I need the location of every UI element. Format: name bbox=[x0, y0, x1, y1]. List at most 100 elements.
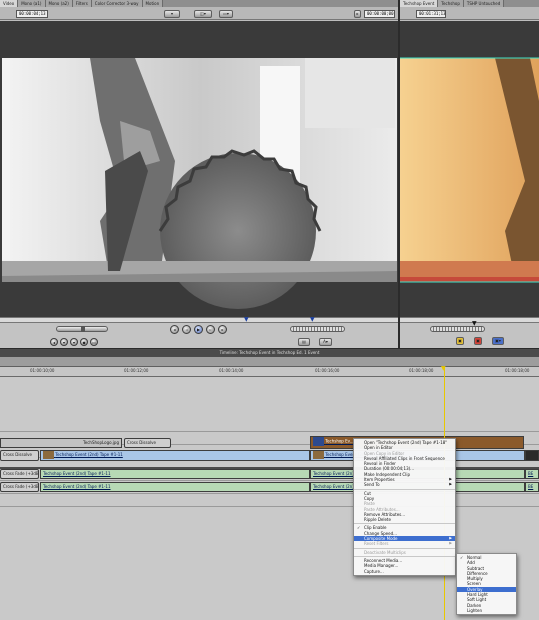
tab-techshop-event[interactable]: Techshop Event bbox=[400, 0, 439, 7]
cross-dissolve-transition[interactable]: Cross Dissolve bbox=[124, 438, 171, 448]
video-clip[interactable]: Techshop Event (2nd) Tape #1-11 bbox=[40, 450, 310, 461]
canvas-timecode[interactable]: 00:01:31;13 bbox=[416, 10, 446, 18]
overlay-clip-label: Techshop Ev... bbox=[325, 438, 354, 444]
replace-button[interactable]: ▣▾ bbox=[492, 337, 504, 345]
ruler-label: 01:00:18;00 bbox=[409, 368, 434, 373]
composite-mode-item-label: Difference bbox=[467, 570, 488, 576]
context-menu-item-label: Remove Attributes... bbox=[364, 511, 406, 517]
prev-edit-icon[interactable]: ◂ bbox=[170, 325, 179, 334]
composite-mode-item-label: Lighten bbox=[467, 607, 482, 613]
cross-fade-transition[interactable]: Cross Fade (+3dB) bbox=[0, 469, 39, 479]
clip-thumbnail bbox=[43, 451, 54, 459]
clip-context-menu: Open "Techshop Event (2nd) Tape #1-18" Op… bbox=[353, 438, 456, 576]
context-menu-item[interactable]: Ripple Delete bbox=[354, 517, 455, 522]
composite-mode-item-label: Screen bbox=[467, 581, 481, 587]
context-menu-item-label: Paste Attributes... bbox=[364, 506, 400, 512]
context-menu-item[interactable]: Capture... bbox=[354, 569, 455, 574]
tab-video[interactable]: Video bbox=[0, 0, 19, 7]
cross-dissolve-transition-left[interactable]: Cross Dissolve bbox=[0, 450, 39, 461]
next-edit-icon[interactable]: ▸ bbox=[218, 325, 227, 334]
audio-clip[interactable]: Techshop Event (2nd) Tape #1-11 bbox=[40, 469, 310, 479]
mark-out-button[interactable]: ▾ bbox=[70, 338, 78, 346]
playhead-sync-button[interactable]: ▸ bbox=[354, 10, 361, 18]
composite-mode-item-label: Normal bbox=[467, 555, 482, 560]
cross-fade-transition[interactable]: Cross Fade (+3dB) bbox=[0, 482, 39, 492]
tab-motion[interactable]: Motion bbox=[142, 0, 164, 7]
tab-tshp-untouched[interactable]: TSHP Untouched bbox=[463, 0, 505, 7]
playhead-icon[interactable]: ▼ bbox=[441, 365, 446, 372]
match-frame-button[interactable]: ▭ bbox=[90, 338, 98, 346]
audio-clip-edge[interactable]: BE bbox=[525, 469, 539, 479]
shuttle-knob[interactable] bbox=[81, 326, 85, 332]
tab-techshop[interactable]: Techshop bbox=[438, 0, 464, 7]
current-timecode[interactable]: 00:00:00;00 bbox=[364, 10, 395, 18]
viewer-transport: ◂ ◃ ▶ ▹ ▸ ◂ ▾ ▾ ◆ ▭ ▤ A▾ bbox=[0, 323, 398, 348]
composite-mode-item-label: Hard Light bbox=[467, 592, 488, 598]
jog-control[interactable] bbox=[290, 326, 345, 332]
audio-clip[interactable]: Techshop Event (2nd) Tape #1-11 bbox=[40, 482, 310, 492]
still-clip-label: TechShopLogo.jpg bbox=[82, 440, 119, 445]
overlay-popup-button[interactable]: ▭▾ bbox=[219, 10, 233, 18]
add-marker-button[interactable]: ◆ bbox=[80, 338, 88, 346]
overwrite-button[interactable]: ▣ bbox=[474, 337, 482, 345]
duration-timecode[interactable]: 00:00:04;13 bbox=[16, 10, 48, 18]
mark-in-icon[interactable]: ▼ bbox=[244, 316, 249, 323]
context-menu-item[interactable]: Send To ▶ bbox=[354, 482, 455, 487]
play-in-to-out-icon[interactable]: ◃ bbox=[182, 325, 191, 334]
context-menu-item-label: Change Speed... bbox=[364, 530, 397, 536]
audio-clip-edge[interactable]: BE bbox=[525, 482, 539, 492]
canvas-video-frame bbox=[400, 21, 539, 317]
ruler-label: 01:00:14;00 bbox=[219, 368, 244, 373]
context-menu-item-label: Reveal in Finder bbox=[364, 461, 396, 467]
view-popup-button[interactable]: ◫▾ bbox=[194, 10, 212, 18]
context-menu-item-label: Copy bbox=[364, 495, 375, 501]
timeline-ruler[interactable]: 01:00:10;00 01:00:12;00 01:00:14;00 01:0… bbox=[0, 367, 539, 377]
play-around-icon[interactable]: ▹ bbox=[206, 325, 215, 334]
viewer-toolbar: 00:00:04;13 ▾ ◫▾ ▭▾ ▸ 00:00:00;00 bbox=[0, 7, 398, 20]
context-menu-item-label: Open Copy in Editor bbox=[364, 450, 405, 456]
viewer-video-frame bbox=[0, 21, 398, 317]
submenu-arrow-icon: ▶ bbox=[449, 541, 452, 546]
clip-thumbnail bbox=[313, 451, 324, 459]
insert-button[interactable]: ▣ bbox=[456, 337, 464, 345]
context-menu-item-label: Clip Enable bbox=[364, 525, 387, 531]
ruler-label: 01:00:16;00 bbox=[315, 368, 340, 373]
video-clip-edge[interactable] bbox=[525, 450, 539, 461]
composite-mode-item-label: Add bbox=[467, 560, 475, 566]
overlay-clip-thumbnail bbox=[313, 437, 324, 446]
mark-out-icon[interactable]: ▼ bbox=[310, 316, 315, 323]
composite-mode-item-label: Overlay bbox=[467, 586, 483, 592]
context-menu-item-label: Send To bbox=[364, 482, 380, 488]
zoom-popup-button[interactable]: ▾ bbox=[164, 10, 180, 18]
playhead-icon[interactable]: ▼ bbox=[472, 320, 477, 327]
shuttle-control[interactable] bbox=[56, 326, 108, 332]
context-menu-item-label: Composite Mode bbox=[364, 536, 398, 542]
viewer-window: Video Mono (a1) Mono (a2) Filters Color … bbox=[0, 0, 398, 348]
composite-mode-item[interactable]: Lighten bbox=[457, 608, 516, 613]
context-menu-item-label: Capture... bbox=[364, 568, 384, 574]
recent-clips-button[interactable]: ▤ bbox=[298, 338, 310, 346]
context-menu-item-label: Ripple Delete bbox=[364, 517, 391, 523]
composite-mode-submenu: ✓ Normal Add Subtract Difference Multiply Scre… bbox=[456, 553, 517, 616]
still-image-clip[interactable]: TechShopLogo.jpg bbox=[0, 438, 122, 448]
track-divider bbox=[0, 431, 539, 432]
viewer-image bbox=[0, 21, 398, 317]
canvas-window: Techshop Event Techshop TSHP Untouched 0… bbox=[400, 0, 539, 348]
video-clip-label: Techshop Event (2nd) Tape #1-11 bbox=[55, 452, 123, 457]
tab-mono-a1[interactable]: Mono (a1) bbox=[18, 0, 46, 7]
composite-mode-item-label: Subtract bbox=[467, 565, 485, 571]
tab-mono-a2[interactable]: Mono (a2) bbox=[45, 0, 73, 7]
tab-color-corrector[interactable]: Color Corrector 3-way bbox=[91, 0, 143, 7]
context-menu-item-label: Open in Editor bbox=[364, 445, 393, 451]
ruler-label: 01:00:18;00 bbox=[505, 368, 530, 373]
track-divider bbox=[0, 506, 539, 507]
context-menu-item-label: Make Independent Clip bbox=[364, 471, 410, 477]
tab-filters[interactable]: Filters bbox=[72, 0, 92, 7]
track-divider bbox=[0, 493, 539, 494]
generator-button[interactable]: A▾ bbox=[319, 338, 332, 346]
play-icon[interactable]: ▶ bbox=[194, 325, 203, 334]
mark-in-button[interactable]: ▾ bbox=[60, 338, 68, 346]
context-menu-item-label: Cut bbox=[364, 490, 371, 496]
track-divider bbox=[0, 480, 539, 481]
mark-clip-button[interactable]: ◂ bbox=[50, 338, 58, 346]
